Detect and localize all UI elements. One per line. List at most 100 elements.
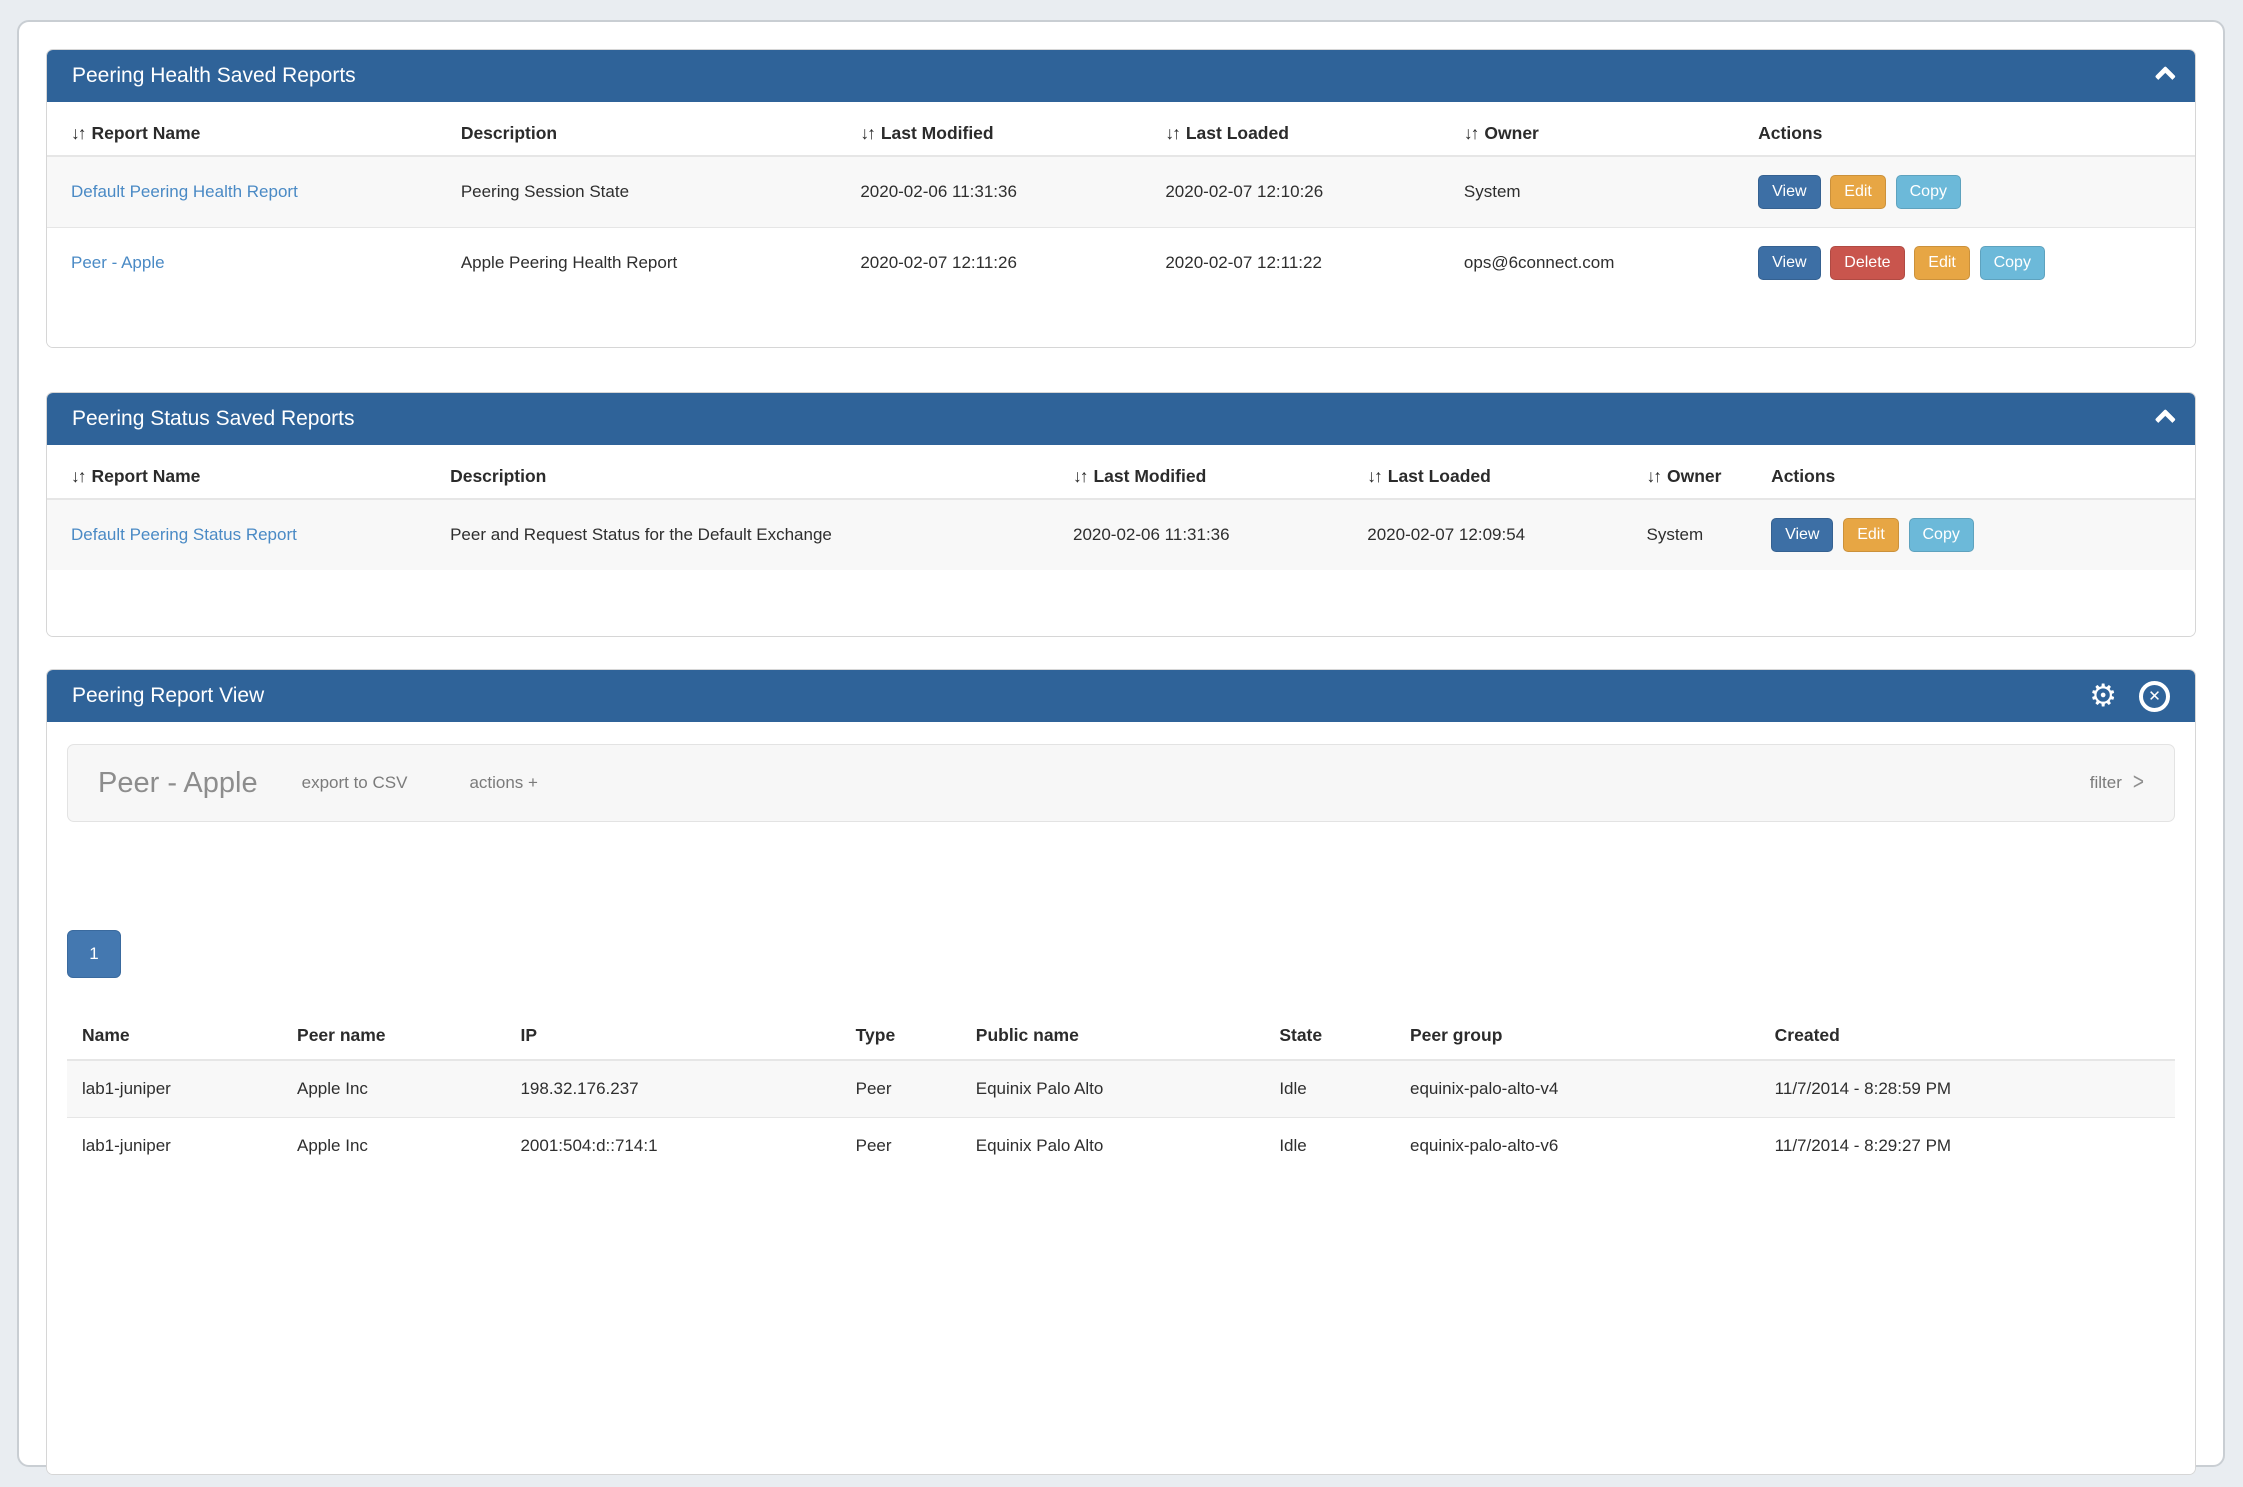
table-row: Peer - Apple Apple Peering Health Report… [47, 228, 2195, 299]
column-header-owner[interactable]: ↓↑Owner [1454, 114, 1748, 156]
peer-group-cell: equinix-palo-alto-v4 [1395, 1060, 1760, 1118]
column-header-peer-group: Peer group [1395, 1014, 1760, 1060]
peering-report-view-panel-header: Peering Report View ⚙ ✕ [47, 670, 2195, 722]
type-cell: Peer [841, 1060, 961, 1118]
ip-cell: 2001:504:d::714:1 [505, 1118, 840, 1175]
report-link[interactable]: Default Peering Health Report [71, 182, 298, 201]
column-header-ip: IP [505, 1014, 840, 1060]
sort-icon: ↓↑ [1073, 466, 1087, 486]
description-cell: Peer and Request Status for the Default … [440, 499, 1063, 570]
table-header-row: ↓↑Report Name Description ↓↑Last Modifie… [47, 114, 2195, 156]
copy-button[interactable]: Copy [1909, 518, 1974, 552]
peering-status-panel-header: Peering Status Saved Reports [47, 393, 2195, 445]
column-header-type: Type [841, 1014, 961, 1060]
owner-cell: ops@6connect.com [1454, 228, 1748, 299]
peer-name-cell: Apple Inc [282, 1060, 505, 1118]
table-row: lab1-juniper Apple Inc 198.32.176.237 Pe… [67, 1060, 2175, 1118]
column-header-peer-name: Peer name [282, 1014, 505, 1060]
peering-report-view-panel: Peering Report View ⚙ ✕ Peer - Apple exp… [46, 669, 2196, 1475]
peer-group-cell: equinix-palo-alto-v6 [1395, 1118, 1760, 1175]
column-header-report-name[interactable]: ↓↑Report Name [47, 114, 451, 156]
column-header-last-modified[interactable]: ↓↑Last Modified [1063, 457, 1357, 499]
peer-name-cell: Apple Inc [282, 1118, 505, 1175]
public-name-cell: Equinix Palo Alto [961, 1118, 1265, 1175]
last-loaded-cell: 2020-02-07 12:10:26 [1155, 156, 1454, 228]
column-header-name: Name [67, 1014, 282, 1060]
copy-button[interactable]: Copy [1980, 246, 2045, 280]
report-link[interactable]: Default Peering Status Report [71, 525, 297, 544]
gear-icon[interactable]: ⚙ [2089, 681, 2117, 712]
panel-title: Peering Status Saved Reports [72, 407, 355, 431]
description-cell: Apple Peering Health Report [451, 228, 851, 299]
copy-button[interactable]: Copy [1896, 175, 1961, 209]
chevron-right-icon: > [2133, 769, 2144, 797]
column-header-description: Description [451, 114, 851, 156]
report-title: Peer - Apple [98, 767, 258, 800]
last-loaded-cell: 2020-02-07 12:09:54 [1357, 499, 1636, 570]
actions-cell: View Edit Copy [1748, 156, 2195, 228]
report-name-cell: Peer - Apple [47, 228, 451, 299]
table-header-row: Name Peer name IP Type Public name State… [67, 1014, 2175, 1060]
delete-button[interactable]: Delete [1830, 246, 1904, 280]
column-header-actions: Actions [1761, 457, 2195, 499]
edit-button[interactable]: Edit [1830, 175, 1886, 209]
name-cell: lab1-juniper [67, 1118, 282, 1175]
report-name-cell: Default Peering Status Report [47, 499, 440, 570]
close-icon[interactable]: ✕ [2139, 681, 2170, 712]
column-header-report-name[interactable]: ↓↑Report Name [47, 457, 440, 499]
peering-status-panel-body: ↓↑Report Name Description ↓↑Last Modifie… [47, 457, 2195, 636]
actions-menu-link[interactable]: actions + [469, 773, 538, 793]
peering-status-saved-reports-panel: Peering Status Saved Reports ↓↑Report Na… [46, 392, 2196, 637]
sort-icon: ↓↑ [860, 123, 874, 143]
edit-button[interactable]: Edit [1914, 246, 1970, 280]
sort-icon: ↓↑ [1646, 466, 1660, 486]
last-loaded-cell: 2020-02-07 12:11:22 [1155, 228, 1454, 299]
report-link[interactable]: Peer - Apple [71, 253, 165, 272]
header-icon-group: ⚙ ✕ [2089, 681, 2170, 712]
column-header-created: Created [1760, 1014, 2175, 1060]
peering-health-saved-reports-panel: Peering Health Saved Reports ↓↑Report Na… [46, 49, 2196, 348]
export-to-csv-link[interactable]: export to CSV [302, 773, 408, 793]
column-header-owner[interactable]: ↓↑Owner [1636, 457, 1761, 499]
table-row: Default Peering Health Report Peering Se… [47, 156, 2195, 228]
view-button[interactable]: View [1771, 518, 1833, 552]
panel-title: Peering Health Saved Reports [72, 64, 356, 88]
sort-icon: ↓↑ [1464, 123, 1478, 143]
peering-health-panel-body: ↓↑Report Name Description ↓↑Last Modifie… [47, 114, 2195, 347]
actions-cell: View Edit Copy [1761, 499, 2195, 570]
collapse-chevron-up-icon[interactable] [2155, 65, 2176, 86]
filter-toggle[interactable]: filter > [2090, 772, 2144, 794]
actions-cell: View Delete Edit Copy [1748, 228, 2195, 299]
created-cell: 11/7/2014 - 8:28:59 PM [1760, 1060, 2175, 1118]
health-reports-table: ↓↑Report Name Description ↓↑Last Modifie… [47, 114, 2195, 298]
last-modified-cell: 2020-02-06 11:31:36 [1063, 499, 1357, 570]
sort-icon: ↓↑ [1165, 123, 1179, 143]
panel-title: Peering Report View [72, 684, 264, 708]
created-cell: 11/7/2014 - 8:29:27 PM [1760, 1118, 2175, 1175]
type-cell: Peer [841, 1118, 961, 1175]
collapse-chevron-up-icon[interactable] [2155, 408, 2176, 429]
owner-cell: System [1454, 156, 1748, 228]
peering-report-view-body: Peer - Apple export to CSV actions + fil… [47, 744, 2195, 1474]
pagination-page-1-button[interactable]: 1 [67, 930, 121, 978]
view-button[interactable]: View [1758, 175, 1820, 209]
column-header-public-name: Public name [961, 1014, 1265, 1060]
sort-icon: ↓↑ [1367, 466, 1381, 486]
table-header-row: ↓↑Report Name Description ↓↑Last Modifie… [47, 457, 2195, 499]
column-header-last-modified[interactable]: ↓↑Last Modified [850, 114, 1155, 156]
sort-icon: ↓↑ [71, 123, 85, 143]
public-name-cell: Equinix Palo Alto [961, 1060, 1265, 1118]
filter-label: filter [2090, 773, 2122, 793]
report-name-cell: Default Peering Health Report [47, 156, 451, 228]
edit-button[interactable]: Edit [1843, 518, 1899, 552]
table-row: lab1-juniper Apple Inc 2001:504:d::714:1… [67, 1118, 2175, 1175]
name-cell: lab1-juniper [67, 1060, 282, 1118]
owner-cell: System [1636, 499, 1761, 570]
table-row: Default Peering Status Report Peer and R… [47, 499, 2195, 570]
column-header-last-loaded[interactable]: ↓↑Last Loaded [1357, 457, 1636, 499]
last-modified-cell: 2020-02-06 11:31:36 [850, 156, 1155, 228]
description-cell: Peering Session State [451, 156, 851, 228]
peer-report-table: Name Peer name IP Type Public name State… [67, 1014, 2175, 1174]
view-button[interactable]: View [1758, 246, 1820, 280]
column-header-last-loaded[interactable]: ↓↑Last Loaded [1155, 114, 1454, 156]
